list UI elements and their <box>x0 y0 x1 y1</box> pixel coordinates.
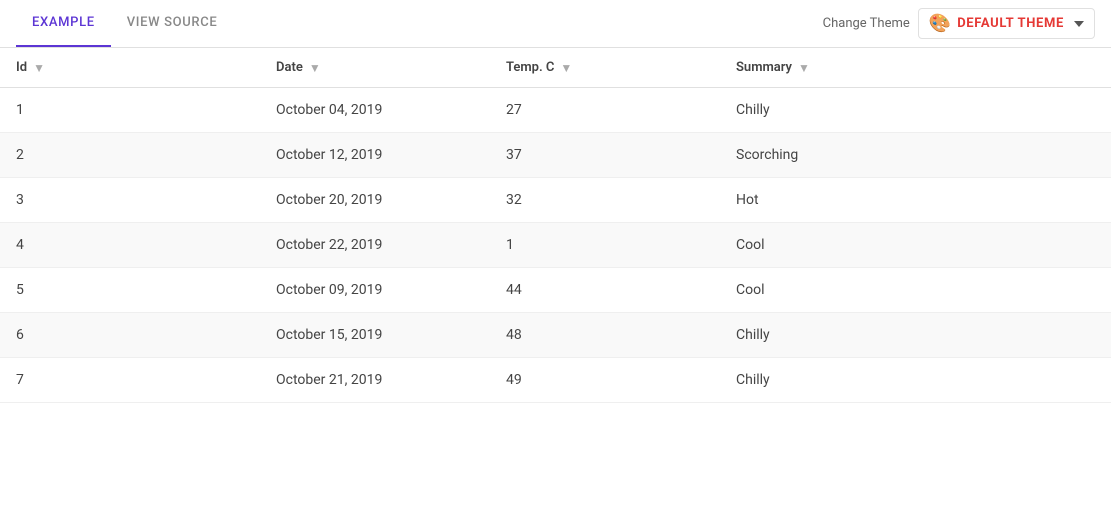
tabs-left: EXAMPLE VIEW SOURCE <box>16 0 233 47</box>
cell-summary: Hot <box>720 178 1111 223</box>
tab-view-source[interactable]: VIEW SOURCE <box>111 0 234 47</box>
tabs-right: Change Theme 🎨 DEFAULT THEME <box>823 8 1095 39</box>
cell-date: October 12, 2019 <box>260 133 490 178</box>
table-row: 5October 09, 201944Cool <box>0 268 1111 313</box>
column-header-summary: Summary ▼ <box>720 48 1111 88</box>
tab-example[interactable]: EXAMPLE <box>16 0 111 47</box>
filter-icon-summary[interactable]: ▼ <box>798 61 810 75</box>
cell-temp: 1 <box>490 223 720 268</box>
cell-date: October 15, 2019 <box>260 313 490 358</box>
cell-temp: 48 <box>490 313 720 358</box>
theme-icon: 🎨 <box>929 13 951 34</box>
cell-summary: Scorching <box>720 133 1111 178</box>
cell-temp: 27 <box>490 88 720 133</box>
cell-date: October 04, 2019 <box>260 88 490 133</box>
table-row: 3October 20, 201932Hot <box>0 178 1111 223</box>
filter-icon-temp[interactable]: ▼ <box>560 61 572 75</box>
cell-summary: Cool <box>720 268 1111 313</box>
cell-summary: Cool <box>720 223 1111 268</box>
cell-date: October 22, 2019 <box>260 223 490 268</box>
cell-id: 6 <box>0 313 260 358</box>
table-row: 4October 22, 20191Cool <box>0 223 1111 268</box>
cell-date: October 20, 2019 <box>260 178 490 223</box>
cell-temp: 49 <box>490 358 720 403</box>
theme-label: DEFAULT THEME <box>957 16 1064 31</box>
cell-id: 7 <box>0 358 260 403</box>
table-row: 2October 12, 201937Scorching <box>0 133 1111 178</box>
cell-id: 5 <box>0 268 260 313</box>
cell-summary: Chilly <box>720 313 1111 358</box>
chevron-down-icon <box>1074 21 1084 27</box>
cell-temp: 44 <box>490 268 720 313</box>
column-header-date: Date ▼ <box>260 48 490 88</box>
filter-icon-id[interactable]: ▼ <box>33 61 45 75</box>
cell-summary: Chilly <box>720 358 1111 403</box>
cell-id: 4 <box>0 223 260 268</box>
cell-temp: 32 <box>490 178 720 223</box>
table-header-row: Id ▼ Date ▼ Temp. C ▼ <box>0 48 1111 88</box>
table-row: 1October 04, 201927Chilly <box>0 88 1111 133</box>
top-tabs-bar: EXAMPLE VIEW SOURCE Change Theme 🎨 DEFAU… <box>0 0 1111 48</box>
data-table-container: Id ▼ Date ▼ Temp. C ▼ <box>0 48 1111 530</box>
filter-icon-date[interactable]: ▼ <box>309 61 321 75</box>
cell-date: October 21, 2019 <box>260 358 490 403</box>
column-header-id: Id ▼ <box>0 48 260 88</box>
cell-temp: 37 <box>490 133 720 178</box>
cell-id: 3 <box>0 178 260 223</box>
table-row: 7October 21, 201949Chilly <box>0 358 1111 403</box>
cell-id: 1 <box>0 88 260 133</box>
data-table: Id ▼ Date ▼ Temp. C ▼ <box>0 48 1111 403</box>
change-theme-label: Change Theme <box>823 16 910 31</box>
theme-selector[interactable]: 🎨 DEFAULT THEME <box>918 8 1095 39</box>
column-header-temp: Temp. C ▼ <box>490 48 720 88</box>
cell-date: October 09, 2019 <box>260 268 490 313</box>
table-body: 1October 04, 201927Chilly2October 12, 20… <box>0 88 1111 403</box>
table-row: 6October 15, 201948Chilly <box>0 313 1111 358</box>
cell-id: 2 <box>0 133 260 178</box>
cell-summary: Chilly <box>720 88 1111 133</box>
